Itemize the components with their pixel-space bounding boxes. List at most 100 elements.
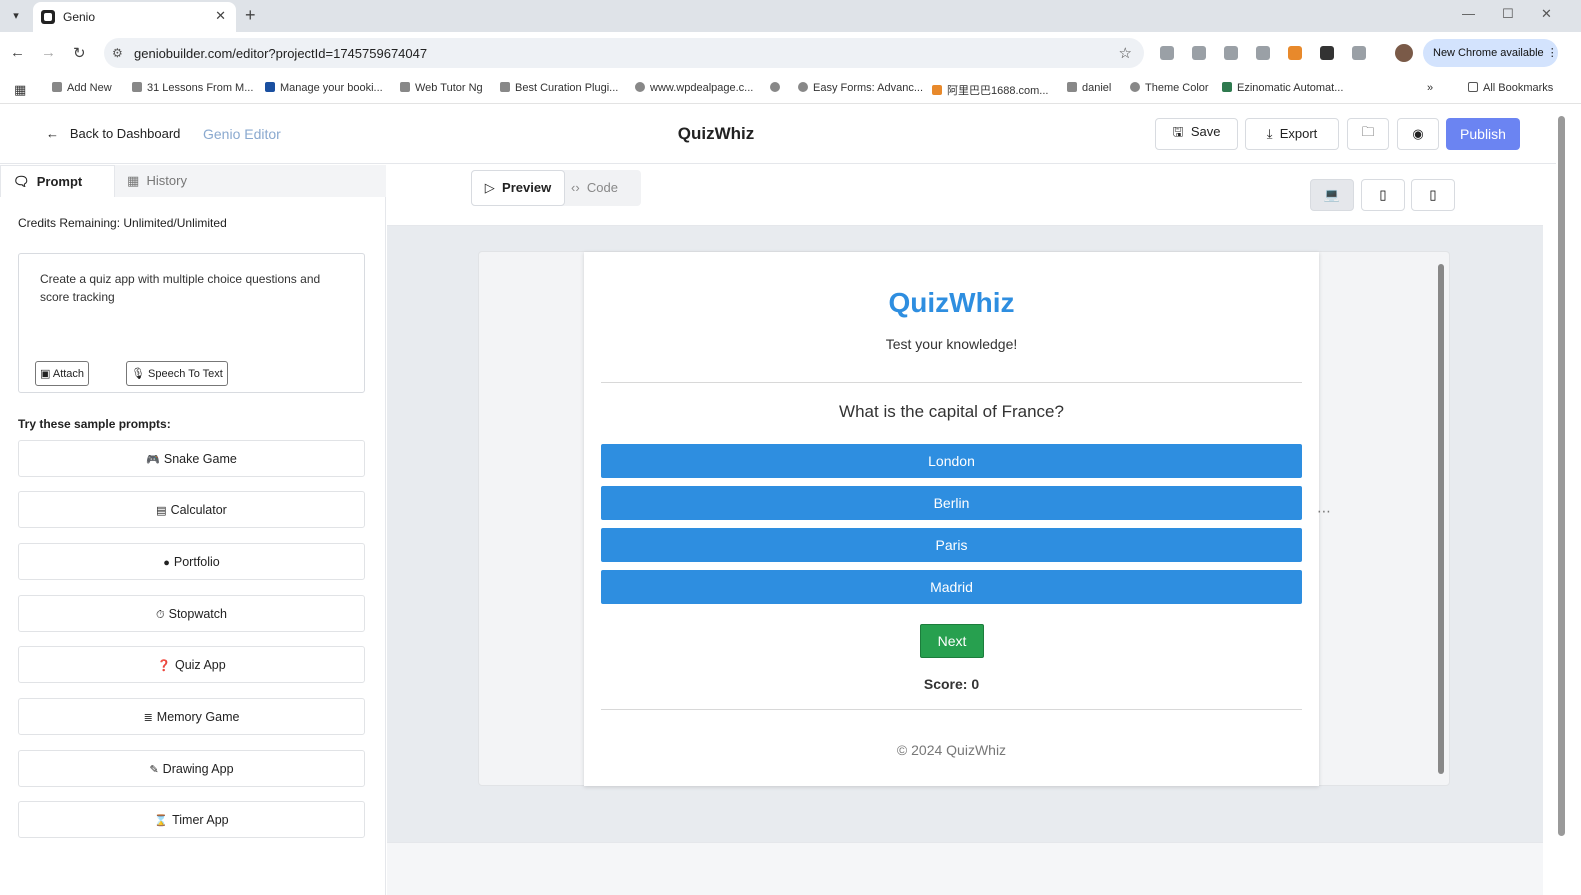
bookmark-icon [132, 82, 142, 92]
extension-code-icon[interactable] [1160, 46, 1174, 60]
phone-icon: ▯ [1429, 187, 1437, 202]
folder-button[interactable]: 🗀 [1347, 118, 1389, 150]
all-bookmarks-folder[interactable]: All Bookmarks [1468, 82, 1553, 94]
profile-avatar[interactable] [1395, 44, 1413, 62]
desktop-view-button[interactable]: 💻 [1310, 179, 1354, 211]
bookmarks-bar: ▦ Add New 31 Lessons From M... Manage yo… [0, 74, 1581, 104]
maximize-icon[interactable]: ☐ [1502, 6, 1514, 22]
browser-tab[interactable]: Genio ✕ [33, 2, 236, 32]
sample-snake-game[interactable]: 🎮 Snake Game [18, 440, 365, 477]
new-tab-icon[interactable]: + [245, 5, 256, 26]
bookmark-icon [400, 82, 410, 92]
bookmark-item[interactable]: Manage your booki... [265, 82, 383, 94]
grid-icon: ▦ [127, 173, 140, 188]
url-omnibox[interactable]: ⚙ geniobuilder.com/editor?projectId=1745… [104, 38, 1144, 68]
save-button[interactable]: 🖫 Save [1155, 118, 1238, 150]
sample-stopwatch[interactable]: ⏱ Stopwatch [18, 595, 365, 632]
left-tabs: 🗨 Prompt ▦ History [0, 165, 386, 197]
attach-button[interactable]: ▣ Attach [35, 361, 90, 386]
bookmark-icon [1222, 82, 1232, 92]
bookmark-item[interactable]: Best Curation Plugi... [500, 82, 618, 94]
hourglass-icon: ⌛ [154, 815, 169, 827]
brush-icon: ✎ [149, 764, 159, 776]
chrome-update-button[interactable]: New Chrome available ⋮ [1423, 39, 1558, 67]
divider [601, 382, 1302, 383]
sample-timer-app[interactable]: ⌛ Timer App [18, 801, 365, 838]
preview-scrollbar[interactable] [1438, 264, 1444, 774]
next-button[interactable]: Next [920, 624, 984, 658]
close-tab-icon[interactable]: ✕ [215, 8, 226, 24]
option-button[interactable]: Berlin [601, 486, 1302, 520]
speech-to-text-button[interactable]: 🎙 Speech To Text [126, 361, 228, 386]
bookmark-item[interactable]: www.wpdealpage.c... [635, 82, 753, 94]
apps-grid-icon[interactable]: ▦ [14, 82, 26, 98]
url-text[interactable]: geniobuilder.com/editor?projectId=174575… [134, 46, 427, 61]
genio-favicon-icon [41, 10, 55, 24]
sample-drawing-app[interactable]: ✎ Drawing App [18, 750, 365, 787]
extension-r-icon[interactable] [1320, 46, 1334, 60]
sample-portfolio[interactable]: ● Portfolio [18, 543, 365, 580]
layers-icon: ≣ [143, 712, 153, 724]
tablet-view-button[interactable]: ▯ [1361, 179, 1405, 211]
bookmark-item[interactable]: Ezinomatic Automat... [1222, 82, 1343, 94]
publish-button[interactable]: Publish [1446, 118, 1520, 150]
laptop-icon: 💻 [1323, 187, 1341, 202]
bookmark-item[interactable]: Theme Color [1130, 82, 1209, 94]
extension-fox-icon[interactable] [1288, 46, 1302, 60]
minimize-icon[interactable]: — [1462, 6, 1475, 21]
page-scrollbar[interactable] [1556, 104, 1581, 895]
reload-icon[interactable]: ↻ [73, 44, 86, 62]
sample-calculator[interactable]: ▤ Calculator [18, 491, 365, 528]
address-bar: ← → ↻ ⚙ geniobuilder.com/editor?projectI… [0, 32, 1581, 74]
bookmark-item[interactable]: Easy Forms: Advanc... [798, 82, 923, 94]
bookmark-item[interactable]: Web Tutor Ng [400, 82, 483, 94]
extension-pen-icon[interactable] [1256, 46, 1270, 60]
bookmark-icon [500, 82, 510, 92]
sample-quiz-app[interactable]: ❓ Quiz App [18, 646, 365, 683]
bookmark-star-icon[interactable]: ☆ [1119, 44, 1132, 62]
extension-font-icon[interactable] [1224, 46, 1238, 60]
preview-toolbar: ▷ Preview ‹› Code 💻 ▯ ▯ [387, 165, 1543, 226]
code-tab[interactable]: ‹› Code [571, 170, 641, 206]
bookmark-item[interactable]: daniel [1067, 82, 1111, 94]
option-button[interactable]: Madrid [601, 570, 1302, 604]
page-scroll-thumb[interactable] [1558, 116, 1565, 836]
bookmark-globe-icon[interactable] [770, 82, 785, 94]
option-button[interactable]: London [601, 444, 1302, 478]
back-arrow-icon[interactable]: ← [10, 44, 25, 61]
forward-arrow-icon[interactable]: → [41, 44, 56, 61]
browser-tab-bar: ▾ Genio ✕ + — ☐ ✕ [0, 0, 1581, 32]
view-toggle: ▷ Preview ‹› Code [471, 170, 641, 206]
left-panel: 🗨 Prompt ▦ History Credits Remaining: Un… [0, 165, 386, 895]
github-icon: ◉ [1412, 126, 1424, 141]
quiz-footer: © 2024 QuizWhiz [896, 742, 1007, 758]
bookmark-icon [265, 82, 275, 92]
quiz-title: QuizWhiz [888, 287, 1015, 318]
sample-memory-game[interactable]: ≣ Memory Game [18, 698, 365, 735]
tab-search-chevron-icon[interactable]: ▾ [6, 6, 26, 26]
preview-bottom-bar [387, 842, 1543, 895]
code-icon: ‹› [571, 180, 580, 195]
resize-handle-icon[interactable]: ⋯ [1317, 503, 1331, 520]
tab-history[interactable]: ▦ History [127, 165, 187, 197]
samples-title: Try these sample prompts: [18, 417, 171, 431]
tab-prompt[interactable]: 🗨 Prompt [0, 165, 115, 197]
extension-camera-icon[interactable] [1192, 46, 1206, 60]
export-button[interactable]: ⤓ Export [1245, 118, 1339, 150]
site-info-icon[interactable]: ⚙ [112, 46, 123, 60]
option-button[interactable]: Paris [601, 528, 1302, 562]
bookmark-item[interactable]: 阿里巴巴1688.com... [932, 82, 1048, 98]
preview-tab[interactable]: ▷ Preview [471, 170, 565, 206]
github-button[interactable]: ◉ [1397, 118, 1439, 150]
more-bookmarks-icon[interactable]: » [1427, 82, 1433, 94]
folder-icon: 🗀 [1361, 124, 1375, 139]
prompt-input[interactable]: Create a quiz app with multiple choice q… [40, 270, 345, 330]
extensions-puzzle-icon[interactable] [1352, 46, 1366, 60]
tab-title: Genio [63, 10, 96, 24]
gamepad-icon: 🎮 [146, 454, 160, 466]
bookmark-item[interactable]: 31 Lessons From M... [132, 82, 253, 94]
close-window-icon[interactable]: ✕ [1541, 6, 1552, 22]
bookmark-item[interactable]: Add New [52, 82, 112, 94]
mobile-view-button[interactable]: ▯ [1411, 179, 1455, 211]
message-icon: 🗨 [13, 174, 30, 189]
